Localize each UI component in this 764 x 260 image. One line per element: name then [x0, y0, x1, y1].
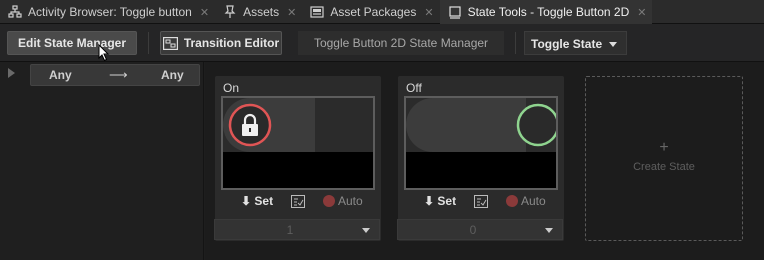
chevron-down-icon [609, 42, 617, 47]
arrow-down-icon: ⬇ [241, 194, 252, 208]
auto-toggle[interactable]: Auto [506, 194, 546, 208]
transition-to: Any [161, 68, 184, 82]
chevron-down-icon [362, 228, 370, 233]
transition-editor-label: Transition Editor [183, 36, 280, 50]
tab-label: Assets [243, 5, 280, 19]
package-icon [310, 6, 324, 18]
tab-activity-browser[interactable]: Activity Browser: Toggle button ✕ [0, 0, 215, 24]
state-actions: ⬇ Set Auto [398, 193, 564, 213]
set-button[interactable]: ⬇ Set [241, 194, 273, 208]
window-icon [448, 6, 461, 19]
state-value-dropdown[interactable]: 0 [397, 219, 563, 240]
play-icon[interactable] [8, 68, 15, 78]
close-icon[interactable]: ✕ [424, 6, 433, 19]
close-icon[interactable]: ✕ [287, 6, 296, 19]
state-value: 0 [469, 223, 477, 237]
bind-icon[interactable] [474, 195, 488, 208]
toggle-on-preview [223, 98, 373, 152]
mouse-cursor-icon [98, 44, 110, 62]
state-manager-name: Toggle Button 2D State Manager [298, 31, 504, 55]
plus-icon: + [659, 139, 669, 156]
create-state-button[interactable]: + Create State [585, 76, 743, 241]
transition-editor-button[interactable]: Transition Editor [160, 31, 282, 55]
tab-asset-packages[interactable]: Asset Packages ✕ [302, 0, 439, 24]
set-label: Set [437, 194, 457, 208]
state-card-on[interactable]: On ⬇ Set Auto 1 [214, 76, 381, 241]
pin-icon [224, 5, 236, 18]
set-label: Set [254, 194, 274, 208]
transition-list: Any ⟶ Any [4, 64, 200, 86]
toggle-off-preview [406, 98, 556, 152]
transition-editor-icon [162, 36, 178, 50]
toolbar-separator [515, 32, 516, 54]
state-value: 1 [286, 223, 294, 237]
state-card-off[interactable]: Off ⬇ Set Auto 0 [397, 76, 564, 241]
transitions-panel: Any ⟶ Any [0, 62, 204, 260]
close-icon[interactable]: ✕ [637, 6, 646, 19]
create-state-label: Create State [633, 161, 695, 173]
toolbar-separator [148, 32, 149, 54]
auto-label: Auto [338, 194, 363, 208]
hierarchy-icon [8, 5, 22, 18]
transition-row[interactable]: Any ⟶ Any [30, 64, 200, 86]
tab-label: Activity Browser: Toggle button [28, 5, 192, 19]
arrow-right-icon: ⟶ [109, 67, 128, 82]
tab-label: State Tools - Toggle Button 2D [467, 5, 630, 19]
arrow-down-icon: ⬇ [424, 194, 435, 208]
bind-icon[interactable] [291, 195, 305, 208]
state-value-dropdown[interactable]: 1 [214, 219, 380, 240]
state-preview [221, 96, 375, 190]
record-icon [323, 195, 335, 207]
tab-state-tools[interactable]: State Tools - Toggle Button 2D ✕ [439, 0, 653, 24]
tab-assets[interactable]: Assets ✕ [215, 0, 302, 24]
tab-bar: Activity Browser: Toggle button ✕ Assets… [0, 0, 764, 24]
auto-toggle[interactable]: Auto [323, 194, 363, 208]
state-preview [404, 96, 558, 190]
close-icon[interactable]: ✕ [200, 6, 209, 19]
edit-state-manager-button[interactable]: Edit State Manager [7, 31, 137, 55]
tab-label: Asset Packages [330, 5, 417, 19]
state-actions: ⬇ Set Auto [215, 193, 381, 213]
state-title: Off [406, 81, 422, 95]
transition-from: Any [49, 68, 72, 82]
auto-label: Auto [521, 194, 546, 208]
state-title: On [223, 81, 240, 95]
toolbar: Edit State Manager Transition Editor Tog… [0, 24, 764, 62]
state-group-value: Toggle State [531, 37, 603, 51]
set-button[interactable]: ⬇ Set [424, 194, 456, 208]
chevron-down-icon [545, 228, 553, 233]
states-area: On ⬇ Set Auto 1 Off ⬇ Set Auto 0 + Creat… [205, 62, 764, 260]
state-group-dropdown[interactable]: Toggle State [524, 31, 627, 55]
record-icon [506, 195, 518, 207]
